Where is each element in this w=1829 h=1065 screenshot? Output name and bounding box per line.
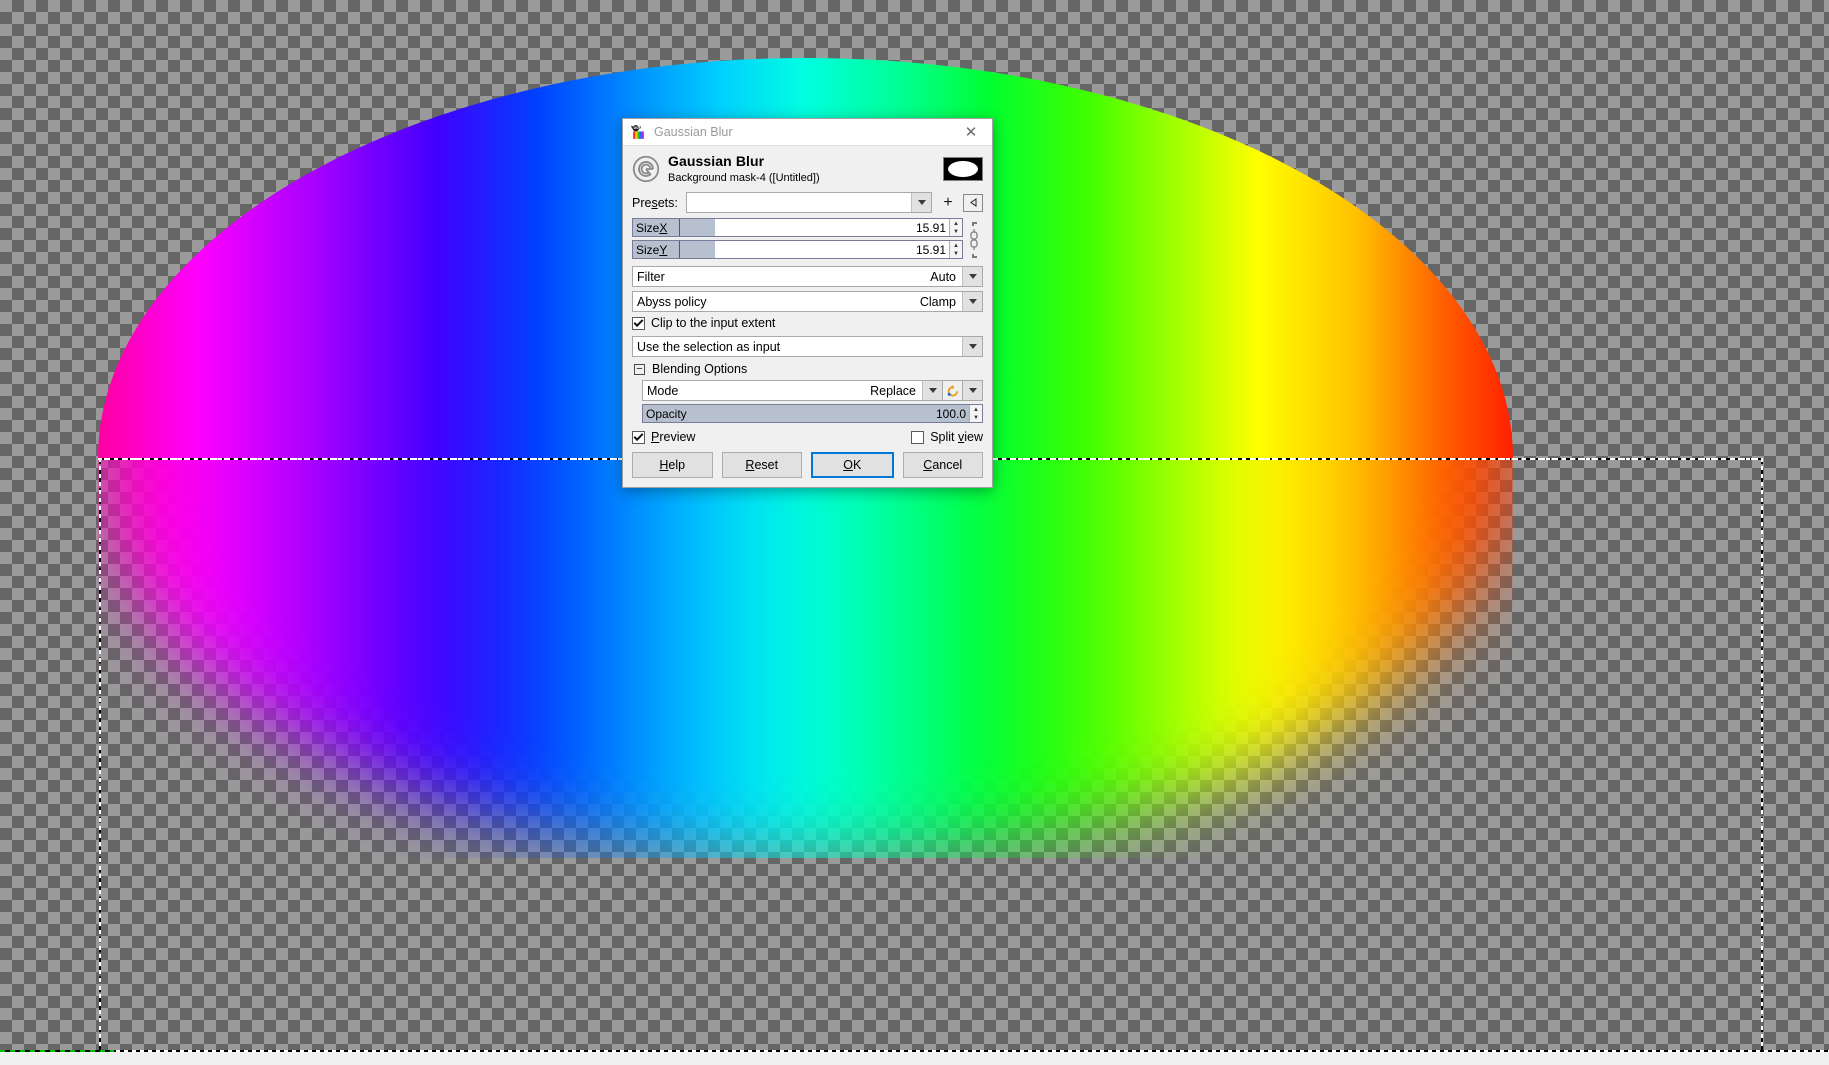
filter-label: Filter [637,269,665,284]
size-x-value[interactable]: 15.91 [916,221,946,235]
size-y-value[interactable]: 15.91 [916,243,946,257]
blend-mode-value: Replace [870,383,916,398]
reset-arrow-glyph [947,384,958,397]
close-icon[interactable]: ✕ [950,119,992,146]
preview-options-row: Preview Split view [632,430,983,444]
input-source-value: Use the selection as input [637,339,781,354]
size-x-spinslider[interactable]: Size X 15.91 ▲ ▼ [632,218,963,238]
selection-marching-ants-left [99,458,101,1052]
dialog-titlebar[interactable]: Gaussian Blur ✕ [623,119,992,146]
presets-label: Presets: [632,195,678,210]
checkbox-icon[interactable] [911,430,925,444]
size-group: Size X 15.91 ▲ ▼ Size Y 15.91 ▲ ▼ [632,218,983,262]
presets-row: Presets: + [632,192,983,214]
chevron-down-icon[interactable] [962,337,982,357]
blend-mode-label: Mode [647,383,679,398]
dialog-title: Gaussian Blur [654,125,733,139]
add-preset-button[interactable]: + [937,192,959,213]
blending-options-expander[interactable]: − Blending Options [634,362,983,376]
blend-mode-menu-button[interactable] [963,380,983,402]
opacity-value[interactable]: 100.0 [936,407,966,421]
size-x-stepper[interactable]: ▲ ▼ [949,219,962,237]
size-x-label: Size X [633,219,680,237]
reset-button[interactable]: Reset [721,452,802,479]
filter-value: Auto [930,269,956,284]
preview-checkbox[interactable]: Preview [632,430,695,444]
clip-to-input-extent-checkbox[interactable]: Clip to the input extent [632,316,983,330]
dialog-header: Gaussian Blur Background mask-4 ([Untitl… [623,146,992,193]
preset-menu-icon [969,198,976,208]
dialog-button-row: Help Reset OK Cancel [623,452,992,487]
selection-mask-thumbnail[interactable] [943,157,983,182]
chain-link-icon [970,222,978,259]
opacity-track[interactable]: Opacity 100.0 [643,405,969,423]
size-x-track[interactable]: 15.91 [680,219,949,237]
selection-marching-ants-bottom [0,1050,1829,1052]
opacity-label: Opacity [646,406,687,421]
split-view-checkbox[interactable]: Split view [911,430,983,444]
chain-link-button[interactable] [965,218,983,262]
gaussian-blur-dialog[interactable]: Gaussian Blur ✕ Gaussian Blur Background… [622,118,993,489]
clip-to-input-extent-label: Clip to the input extent [651,316,776,331]
split-view-label: Split view [930,430,983,445]
ok-button[interactable]: OK [811,452,894,479]
size-y-label: Size Y [633,241,680,259]
presets-combo[interactable] [685,192,932,214]
chevron-down-icon[interactable] [922,381,942,401]
filter-subtitle: Background mask-4 ([Untitled]) [668,171,820,184]
presets-menu-button[interactable] [963,193,983,212]
chevron-down-icon[interactable] [911,193,931,213]
reset-arrow-icon[interactable] [943,380,963,402]
blending-options-label: Blending Options [652,362,748,377]
checkbox-icon[interactable] [632,430,645,444]
size-y-spinslider[interactable]: Size Y 15.91 ▲ ▼ [632,240,963,260]
abyss-policy-value: Clamp [919,294,956,309]
preview-label: Preview [651,430,696,445]
help-button[interactable]: Help [632,452,713,479]
filter-title: Gaussian Blur [668,153,765,169]
chevron-down-icon[interactable] [962,267,982,287]
abyss-policy-label: Abyss policy [637,294,707,309]
selection-marching-ants-right [1761,458,1763,1052]
checkbox-icon[interactable] [632,316,645,330]
cancel-button[interactable]: Cancel [902,452,983,479]
size-y-stepper[interactable]: ▲ ▼ [949,241,962,259]
input-source-combo[interactable]: Use the selection as input [632,336,983,358]
size-y-track[interactable]: 15.91 [680,241,949,259]
layer-boundary-marker [0,1050,114,1052]
opacity-spinslider[interactable]: Opacity 100.0 ▲ ▼ [642,404,983,424]
gaussian-blur-filter-icon [632,156,660,183]
gimp-wilber-icon [631,124,644,139]
filter-combo[interactable]: Filter Auto [632,266,983,288]
chevron-down-icon[interactable] [962,292,982,312]
abyss-policy-combo[interactable]: Abyss policy Clamp [632,291,983,313]
blend-mode-row[interactable]: Mode Replace [642,380,983,402]
opacity-stepper[interactable]: ▲ ▼ [969,405,982,423]
collapse-icon[interactable]: − [634,363,645,375]
